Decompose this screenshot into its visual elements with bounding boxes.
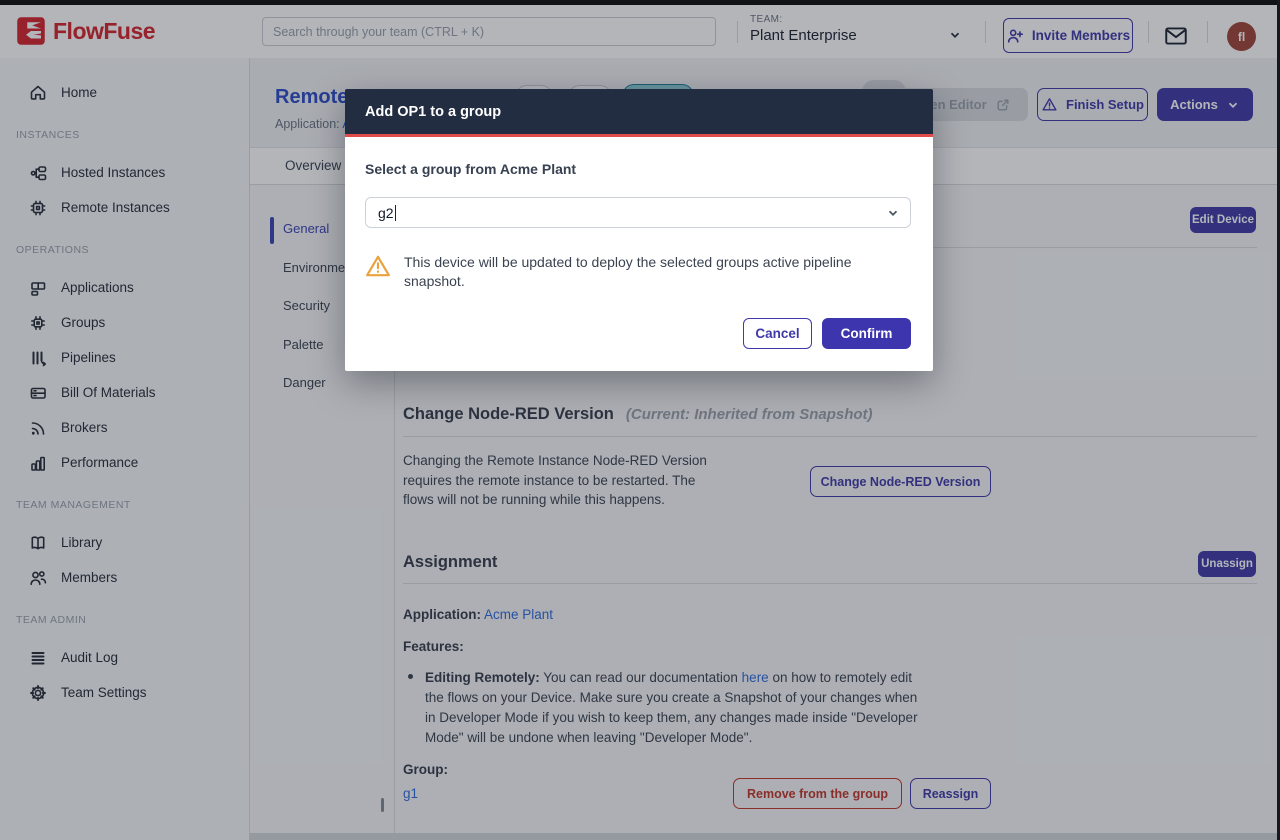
cancel-button[interactable]: Cancel <box>743 318 812 349</box>
confirm-button[interactable]: Confirm <box>822 318 911 349</box>
combo-chevron-down-icon[interactable] <box>886 206 900 220</box>
modal-warning: This device will be updated to deploy th… <box>365 253 911 290</box>
modal-header: Add OP1 to a group <box>345 89 933 134</box>
warning-triangle-icon <box>365 253 391 279</box>
group-select-input[interactable]: g2 <box>365 197 911 228</box>
group-select-value: g2 <box>378 205 394 221</box>
add-to-group-modal: Add OP1 to a group Select a group from A… <box>345 89 933 371</box>
app-window: FlowFuse TEAM: Plant Enterprise Invite M… <box>0 0 1280 840</box>
modal-actions: Cancel Confirm <box>365 318 911 351</box>
warning-text: This device will be updated to deploy th… <box>404 253 894 290</box>
modal-title: Add OP1 to a group <box>365 104 501 120</box>
text-caret <box>395 205 397 221</box>
modal-body: Select a group from Acme Plant g2 This d… <box>345 137 933 371</box>
group-select-label: Select a group from Acme Plant <box>365 161 911 177</box>
window-top-edge <box>0 0 1280 5</box>
